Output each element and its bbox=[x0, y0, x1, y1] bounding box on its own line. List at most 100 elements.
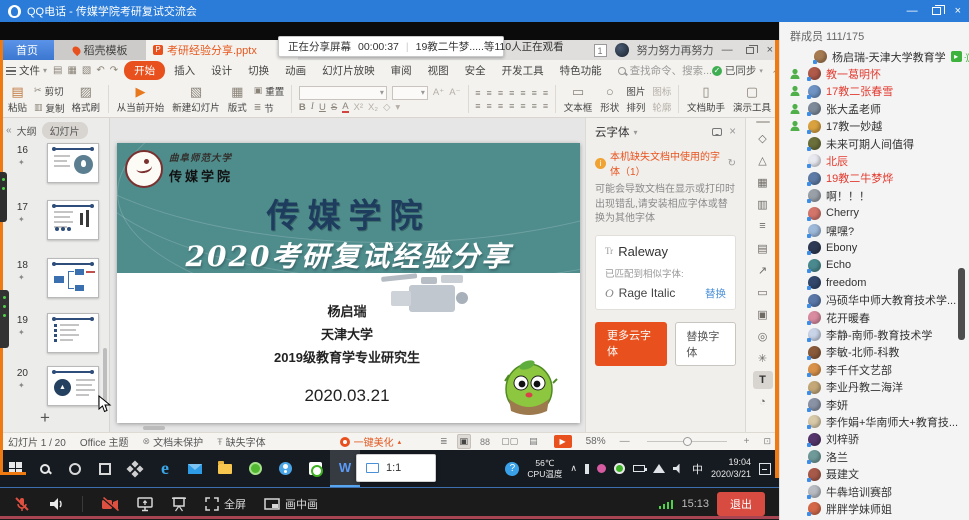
ribbon-tab[interactable]: 安全 bbox=[458, 61, 493, 80]
mail-app[interactable] bbox=[180, 450, 210, 487]
ribbon-tab[interactable]: 插入 bbox=[167, 61, 202, 80]
zoom-in-button[interactable]: + bbox=[744, 436, 750, 447]
wps-close-icon[interactable]: × bbox=[767, 44, 773, 56]
microphone-muted-button[interactable] bbox=[14, 496, 30, 512]
bullets-icon[interactable]: ≡ bbox=[475, 88, 480, 98]
design-icon[interactable]: △ bbox=[753, 151, 773, 169]
outline-button[interactable]: 轮廓 bbox=[652, 100, 671, 114]
theme-status[interactable]: Office 主题 bbox=[80, 434, 129, 449]
file-explorer[interactable] bbox=[210, 450, 240, 487]
zoom-slider[interactable] bbox=[647, 441, 727, 442]
cut-button[interactable]: ✂剪切 bbox=[34, 84, 65, 98]
tab-template[interactable]: 稻壳模板 bbox=[54, 40, 146, 60]
start-button[interactable] bbox=[0, 450, 30, 487]
taskbar-preview[interactable]: 1:1 bbox=[356, 454, 436, 482]
share-screen-button[interactable] bbox=[137, 497, 153, 512]
member-row[interactable]: 17教二张春雪 bbox=[780, 83, 969, 100]
slide-thumbnail[interactable] bbox=[47, 258, 99, 298]
align-right-icon[interactable]: ≡ bbox=[498, 101, 503, 111]
collapse-panel-icon[interactable]: « bbox=[6, 125, 12, 136]
replace-font-button[interactable]: 替换字体 bbox=[675, 322, 736, 366]
justify-icon[interactable]: ≡ bbox=[509, 101, 514, 111]
docked-toolbar-handle[interactable] bbox=[0, 290, 9, 348]
font-color-button[interactable]: A bbox=[342, 102, 348, 113]
synced-button[interactable]: ✓ 已同步 ▾ bbox=[712, 63, 763, 78]
member-row[interactable]: 啊！！！ bbox=[780, 187, 969, 204]
decor-icon[interactable]: ✳ bbox=[753, 349, 773, 367]
ribbon-tab[interactable]: 动画 bbox=[278, 61, 313, 80]
slideshow-play-button[interactable]: ▶ bbox=[554, 435, 572, 448]
toolbar-handle[interactable] bbox=[756, 121, 770, 123]
highlight-button[interactable]: ◇ bbox=[383, 102, 390, 113]
indent-decrease-icon[interactable]: ≡ bbox=[498, 88, 503, 98]
bold-button[interactable]: B bbox=[299, 102, 306, 113]
selection-icon[interactable]: ◇ bbox=[753, 129, 773, 147]
ribbon-tab[interactable]: 开始 bbox=[124, 61, 165, 80]
align-center-icon[interactable]: ≡ bbox=[487, 101, 492, 111]
zoom-level[interactable]: 58% bbox=[586, 436, 606, 447]
tray-expand-icon[interactable]: ∧ bbox=[570, 463, 577, 474]
member-row[interactable]: 嘿嘿? bbox=[780, 222, 969, 239]
command-search[interactable]: 查找命令、搜索... bbox=[618, 63, 712, 78]
increase-font-icon[interactable]: A⁺ bbox=[433, 87, 444, 98]
align-left-icon[interactable]: ≡ bbox=[475, 101, 480, 111]
message-count-badge[interactable]: 1 bbox=[594, 44, 607, 57]
shapes-button[interactable]: ○ 形状 bbox=[596, 85, 623, 114]
docked-toolbar-handle[interactable] bbox=[0, 172, 7, 222]
fullscreen-button[interactable]: 全屏 bbox=[205, 496, 246, 512]
outline-tab[interactable]: 大纲 bbox=[17, 123, 37, 138]
exit-call-button[interactable]: 退出 bbox=[717, 492, 765, 516]
beautify-button[interactable]: 一键美化 ▴ bbox=[340, 434, 402, 449]
play-from-current-button[interactable]: ▶ 从当前开始 bbox=[113, 85, 169, 114]
ribbon-tab[interactable]: 切换 bbox=[241, 61, 276, 80]
feedback-icon[interactable] bbox=[712, 128, 722, 136]
ribbon-tab[interactable]: 特色功能 bbox=[553, 61, 609, 80]
print-icon[interactable]: ▦ bbox=[67, 65, 76, 76]
cortana-button[interactable] bbox=[60, 450, 90, 487]
textbox-button[interactable]: ▭ 文本框 bbox=[560, 85, 597, 114]
audio-icon[interactable]: ◎ bbox=[753, 327, 773, 345]
task-view-button[interactable] bbox=[90, 450, 120, 487]
close-icon[interactable]: × bbox=[955, 5, 961, 17]
member-list-scrollbar[interactable] bbox=[958, 268, 965, 340]
refresh-icon[interactable]: ↻ bbox=[728, 158, 736, 169]
copy-button[interactable]: ▥复制 bbox=[34, 101, 65, 115]
shrink-text-icon[interactable]: ≡ bbox=[532, 101, 537, 111]
clock[interactable]: 19:04 2020/3/21 bbox=[711, 457, 751, 480]
distribute-icon[interactable]: ≡ bbox=[520, 101, 525, 111]
section-button[interactable]: ≣节 bbox=[254, 101, 285, 115]
format-painter-button[interactable]: ▨ 格式刷 bbox=[68, 85, 105, 114]
member-row[interactable]: 洛兰 bbox=[780, 448, 969, 465]
sorter-view-icon[interactable]: 88 bbox=[478, 436, 492, 448]
drive-tray-icon[interactable] bbox=[614, 463, 625, 474]
member-row[interactable]: 17教一妙越 bbox=[780, 118, 969, 135]
textbox-tool-icon[interactable]: ▭ bbox=[753, 283, 773, 301]
member-row[interactable]: Echo bbox=[780, 257, 969, 274]
new-slide-button[interactable]: ▧ 新建幻灯片 bbox=[168, 85, 224, 114]
paste-button[interactable]: ▤ 粘贴 bbox=[4, 85, 31, 114]
pinwheel-app[interactable] bbox=[120, 450, 150, 487]
numbering-icon[interactable]: ≡ bbox=[487, 88, 492, 98]
wps-minimize-icon[interactable]: — bbox=[722, 44, 733, 56]
canvas-horizontal-scrollbar[interactable] bbox=[143, 426, 165, 430]
layout-button[interactable]: ▦ 版式 bbox=[224, 85, 251, 114]
adjust-icon[interactable]: ≡ bbox=[753, 217, 773, 235]
usb-tray-icon[interactable] bbox=[585, 464, 589, 474]
char-effects-button[interactable]: ▾ bbox=[395, 102, 400, 113]
member-row[interactable]: 花开暖春 bbox=[780, 309, 969, 326]
fit-screen-button[interactable]: ⊡ bbox=[763, 436, 771, 447]
member-row[interactable]: 聂建文 bbox=[780, 466, 969, 483]
camera-off-button[interactable] bbox=[101, 497, 119, 512]
replace-link[interactable]: 替换 bbox=[705, 286, 726, 301]
member-row[interactable]: 李静-南师-教育技术学 bbox=[780, 326, 969, 343]
edge-browser[interactable]: e bbox=[150, 450, 180, 487]
chart-icon[interactable]: ▥ bbox=[753, 195, 773, 213]
ime-indicator[interactable]: 中 bbox=[692, 461, 703, 477]
more-cloud-fonts-button[interactable]: 更多云字体 bbox=[595, 322, 667, 366]
account-name[interactable]: 努力努力再努力 bbox=[637, 42, 714, 58]
member-row[interactable]: 牛犇培训赛部 bbox=[780, 483, 969, 500]
member-row[interactable]: freedom bbox=[780, 274, 969, 291]
member-row[interactable]: 李千仟文艺部 bbox=[780, 361, 969, 378]
action-center-icon[interactable] bbox=[759, 463, 771, 475]
present-tools-button[interactable]: ▢ 演示工具 bbox=[729, 85, 775, 114]
